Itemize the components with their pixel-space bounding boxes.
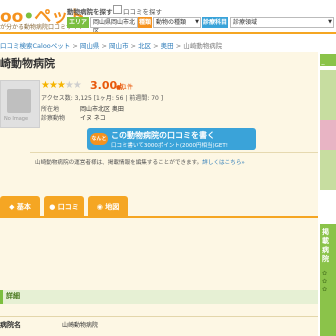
detail-divider <box>0 316 318 317</box>
basic-icon: ◆ <box>9 203 15 211</box>
detail-section-header <box>0 290 321 304</box>
note-divider <box>30 152 318 153</box>
breadcrumb-item[interactable]: 奥田 <box>161 42 174 50</box>
type-tag: 種類 <box>138 17 152 28</box>
review-search-checkbox[interactable] <box>113 5 122 14</box>
location-label: 所在地 <box>41 106 60 113</box>
breadcrumb-item[interactable]: 岡山市 <box>109 42 129 50</box>
tab-reviews[interactable]: ● 口コミ <box>44 196 84 216</box>
dept-select[interactable]: 診療領域 ▼ <box>230 17 334 28</box>
chat-icon: ● <box>49 203 56 211</box>
dept-tag: 診療科目 <box>202 17 228 28</box>
animals-label: 診察動物 <box>41 115 66 122</box>
review-badge: なんと <box>90 133 108 145</box>
sidebar-header: こ <box>320 54 336 71</box>
map-pin-icon: ◉ <box>96 203 103 211</box>
paw-icon: ✿ ✿ ✿ <box>322 270 328 293</box>
detail-row-value: 山崎動物病院 <box>62 322 99 329</box>
area-tag: エリア <box>67 17 89 28</box>
write-review-sub: 口コミ書いて3000ポイント(2000円相当)GET! <box>111 143 228 149</box>
detail-row-label: 病院名 <box>0 321 21 329</box>
tab-basic[interactable]: ◆ 基本 <box>0 196 40 216</box>
animals-value: イヌ ネコ <box>80 115 106 122</box>
breadcrumb: 口コミ検索Calooペット > 岡山県 > 岡山市 > 北区 > 奥田 > 山崎… <box>0 42 223 50</box>
breadcrumb-current: 山崎動物病院 <box>183 42 223 50</box>
review-search-label: 口コミを探す <box>123 8 162 16</box>
rating-stars: ★★★★★ <box>41 80 82 91</box>
tab-map[interactable]: ◉ 地図 <box>88 196 128 216</box>
owner-note: 山崎動物病院の運営者様は、掲載情報を編集することができます。詳しくはこちら» <box>35 160 245 166</box>
sidebar-ad-photo[interactable] <box>320 120 336 150</box>
breadcrumb-item[interactable]: 岡山県 <box>80 42 100 50</box>
write-review-label: この動物病院の口コミを書く <box>111 131 215 140</box>
breadcrumb-item[interactable]: 北区 <box>138 42 151 50</box>
access-count: アクセス数: 3,125 [1ヶ月: 56 | 前週間: 70 ] <box>41 95 164 102</box>
page-title: 崎動物病院 <box>0 57 55 70</box>
comment-icon: ● <box>116 84 122 91</box>
tab-divider <box>0 216 318 218</box>
detail-section-title: 詳細 <box>6 292 20 300</box>
hospital-photo: No Image <box>0 80 40 128</box>
owner-note-link[interactable]: 詳しくはこちら» <box>202 160 245 166</box>
chevron-down-icon: ▼ <box>195 19 199 25</box>
area-select[interactable]: 岡山県岡山市北区 <box>90 17 138 35</box>
building-icon <box>7 89 31 113</box>
search-hospital-label: 動物病院を探す <box>67 8 113 16</box>
header-divider <box>0 32 336 34</box>
chevron-down-icon: ▼ <box>328 19 332 25</box>
location-value: 岡山市北区 奥田 <box>80 106 124 113</box>
review-count[interactable]: ● 1件 <box>116 82 133 91</box>
animal-type-select[interactable]: 動物の種類 ▼ <box>153 17 201 28</box>
sidebar-listed-label: 掲載病院 <box>322 228 329 263</box>
breadcrumb-home[interactable]: 口コミ検索Calooペット <box>0 42 70 50</box>
